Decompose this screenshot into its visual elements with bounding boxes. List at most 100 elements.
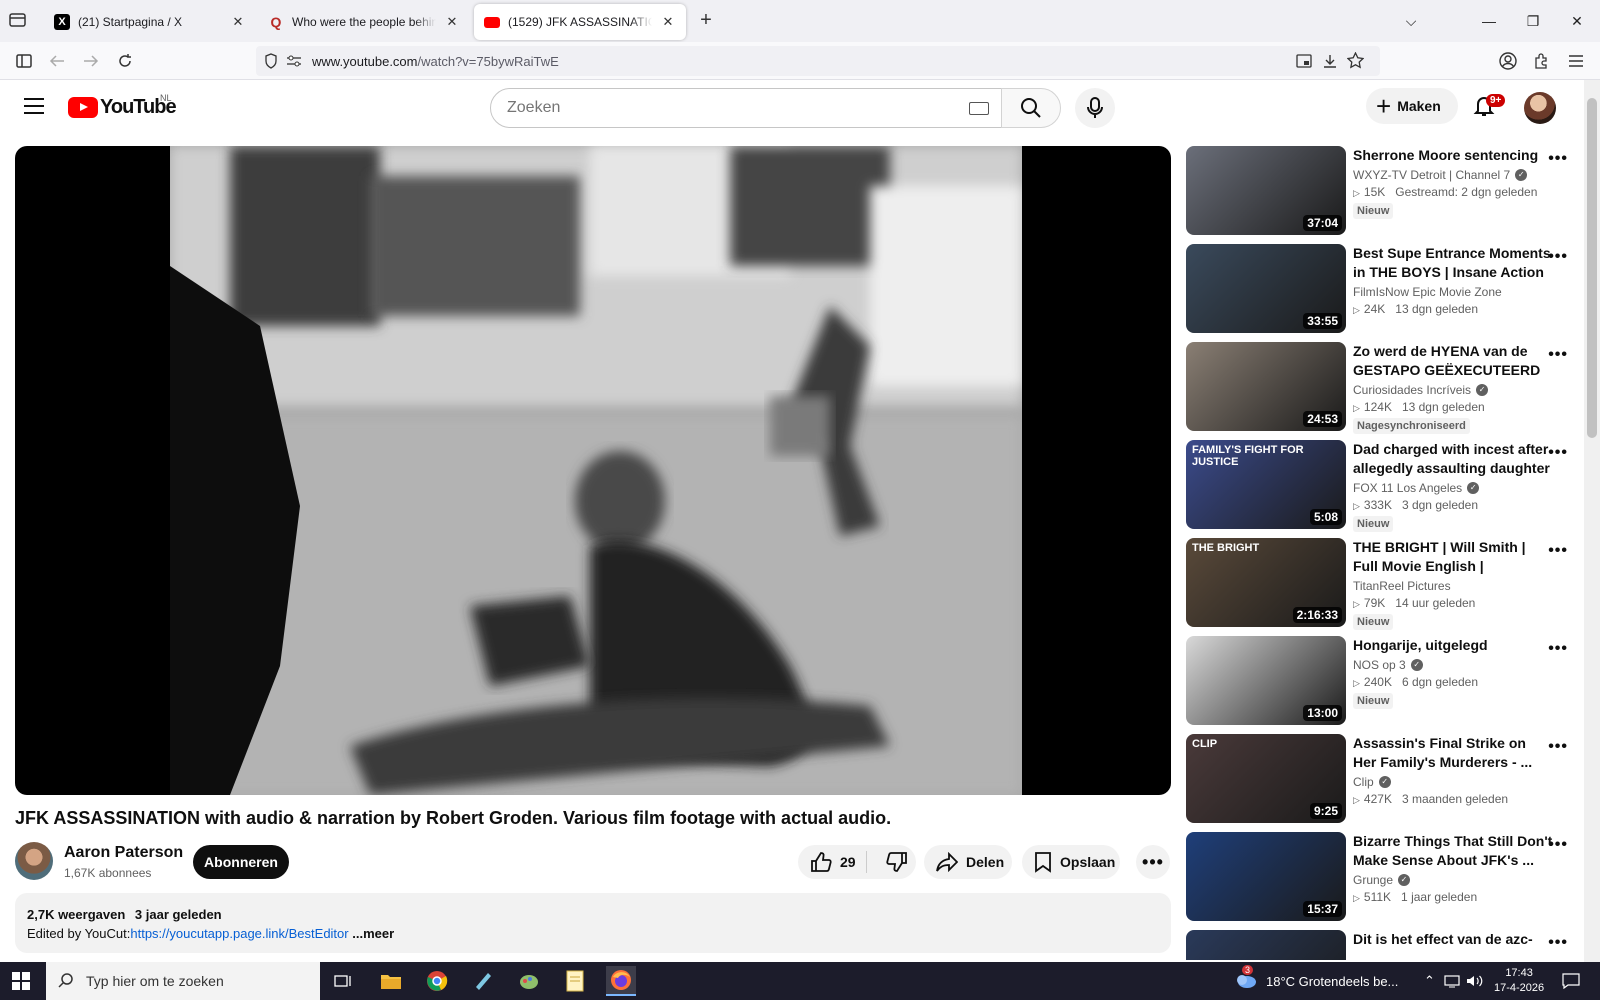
paint-app-icon[interactable]: [514, 966, 544, 996]
subscribe-button[interactable]: Abonneren: [193, 845, 289, 879]
recommendation-item[interactable]: FAMILY'S FIGHT FOR JUSTICE 5:08 Dad charge…: [1186, 440, 1584, 538]
browser-tab-youtube[interactable]: (1529) JFK ASSASSINATION with audio ✕: [474, 4, 686, 40]
recommendation-title[interactable]: Best Supe Entrance Moments in THE BOYS |…: [1353, 244, 1553, 282]
reload-icon[interactable]: [115, 51, 135, 71]
close-tab-icon[interactable]: ✕: [444, 14, 460, 30]
recommendation-item[interactable]: Dit is het effect van de azc- •••: [1186, 930, 1584, 960]
chrome-icon[interactable]: [422, 966, 452, 996]
tab-list-icon[interactable]: [8, 11, 30, 31]
close-tab-icon[interactable]: ✕: [660, 14, 676, 30]
recommendation-channel[interactable]: Grunge ✓: [1353, 873, 1553, 887]
recommendation-item[interactable]: THE BRIGHT 2:16:33 THE BRIGHT | Will Smith…: [1186, 538, 1584, 636]
recommendation-title[interactable]: Assassin's Final Strike on Her Family's …: [1353, 734, 1553, 772]
video-frame[interactable]: [170, 146, 1022, 795]
more-vertical-icon[interactable]: •••: [1548, 934, 1568, 952]
channel-name[interactable]: Clip: [1353, 775, 1374, 789]
description-box[interactable]: 2,7K weergaven 3 jaar geleden Edited by …: [15, 893, 1171, 953]
channel-name[interactable]: Grunge: [1353, 873, 1393, 887]
recommendation-channel[interactable]: WXYZ-TV Detroit | Channel 7 ✓: [1353, 168, 1553, 182]
recommendation-title[interactable]: THE BRIGHT | Will Smith | Full Movie Eng…: [1353, 538, 1553, 576]
video-thumbnail[interactable]: CLIP 9:25: [1186, 734, 1346, 823]
recommendation-channel[interactable]: TitanReel Pictures: [1353, 579, 1553, 593]
video-thumbnail[interactable]: 13:00: [1186, 636, 1346, 725]
notes-app-icon[interactable]: [560, 966, 590, 996]
weather-widget[interactable]: 3 18°C Grotendeels be...: [1234, 962, 1398, 1000]
recommendation-channel[interactable]: FilmIsNow Epic Movie Zone: [1353, 285, 1553, 299]
close-tab-icon[interactable]: ✕: [230, 14, 246, 30]
description-link[interactable]: https://youcutapp.page.link/BestEditor: [130, 926, 348, 941]
extensions-icon[interactable]: [1532, 51, 1552, 71]
save-button[interactable]: Opslaan: [1022, 845, 1120, 879]
video-player[interactable]: [15, 146, 1171, 795]
keyboard-icon[interactable]: [969, 102, 989, 115]
video-thumbnail[interactable]: 15:37: [1186, 832, 1346, 921]
account-icon[interactable]: [1498, 51, 1518, 71]
channel-name[interactable]: Aaron Paterson: [64, 844, 183, 862]
share-button[interactable]: Delen: [924, 845, 1012, 879]
recommendation-item[interactable]: 33:55 Best Supe Entrance Moments in THE B…: [1186, 244, 1584, 342]
more-vertical-icon[interactable]: •••: [1548, 444, 1568, 462]
tray-chevron-up-icon[interactable]: ⌃: [1424, 962, 1435, 1000]
video-thumbnail[interactable]: 24:53: [1186, 342, 1346, 431]
more-vertical-icon[interactable]: •••: [1548, 738, 1568, 756]
recommendation-title[interactable]: Bizarre Things That Still Don't Make Sen…: [1353, 832, 1553, 870]
recommendation-meta[interactable]: THE BRIGHT | Will Smith | Full Movie Eng…: [1353, 538, 1553, 630]
recommendation-meta[interactable]: Assassin's Final Strike on Her Family's …: [1353, 734, 1553, 806]
guide-menu-icon[interactable]: [24, 98, 44, 114]
new-tab-button[interactable]: +: [694, 8, 718, 32]
recommendation-meta[interactable]: Hongarije, uitgelegd NOS op 3 ✓ ▷ 240K 6 dgn…: [1353, 636, 1553, 709]
more-vertical-icon[interactable]: •••: [1548, 248, 1568, 266]
more-vertical-icon[interactable]: •••: [1548, 346, 1568, 364]
windows-start-icon[interactable]: [12, 972, 30, 990]
recommendation-meta[interactable]: Dit is het effect van de azc-: [1353, 930, 1553, 949]
account-avatar[interactable]: [1524, 92, 1556, 124]
video-thumbnail[interactable]: THE BRIGHT 2:16:33: [1186, 538, 1346, 627]
recommendation-channel[interactable]: NOS op 3 ✓: [1353, 658, 1553, 672]
search-button[interactable]: [1001, 88, 1061, 128]
channel-name[interactable]: FOX 11 Los Angeles: [1353, 481, 1462, 495]
volume-icon[interactable]: [1466, 962, 1484, 1000]
recommendation-meta[interactable]: Bizarre Things That Still Don't Make Sen…: [1353, 832, 1553, 904]
recommendation-item[interactable]: 13:00 Hongarije, uitgelegd NOS op 3 ✓ ▷ 240K …: [1186, 636, 1584, 734]
task-view-icon[interactable]: [328, 966, 358, 996]
page-scrollbar[interactable]: [1584, 80, 1600, 962]
voice-search-button[interactable]: [1075, 88, 1115, 128]
recommendation-meta[interactable]: Sherrone Moore sentencing WXYZ-TV Detroit…: [1353, 146, 1553, 219]
back-arrow-icon[interactable]: [47, 51, 67, 71]
recommendation-title[interactable]: Hongarije, uitgelegd: [1353, 636, 1553, 655]
video-thumbnail[interactable]: 33:55: [1186, 244, 1346, 333]
more-vertical-icon[interactable]: •••: [1548, 542, 1568, 560]
recommendation-channel[interactable]: Clip ✓: [1353, 775, 1553, 789]
picture-in-picture-icon[interactable]: [1296, 53, 1312, 74]
download-icon[interactable]: [1322, 53, 1338, 74]
notification-center-icon[interactable]: [1562, 962, 1580, 1000]
show-more-link[interactable]: ...meer: [352, 926, 394, 941]
scrollbar-thumb[interactable]: [1587, 98, 1597, 438]
more-vertical-icon[interactable]: •••: [1548, 640, 1568, 658]
search-box[interactable]: Zoeken: [490, 88, 1002, 128]
create-button[interactable]: + Maken: [1366, 88, 1458, 124]
recommendation-item[interactable]: 24:53 Zo werd de HYENA van de GESTAPO GEË…: [1186, 342, 1584, 440]
recommendation-item[interactable]: 15:37 Bizarre Things That Still Don't Mak…: [1186, 832, 1584, 930]
minimize-button[interactable]: —: [1474, 8, 1504, 34]
like-count[interactable]: 29: [840, 854, 856, 870]
thumbs-down-icon[interactable]: [874, 851, 916, 876]
recommendation-meta[interactable]: Dad charged with incest after allegedly …: [1353, 440, 1553, 532]
taskbar-clock[interactable]: 17:43 17-4-2026: [1494, 966, 1544, 996]
shield-icon[interactable]: [264, 53, 278, 74]
recommendation-channel[interactable]: FOX 11 Los Angeles ✓: [1353, 481, 1553, 495]
recommendation-item[interactable]: 37:04 Sherrone Moore sentencing WXYZ-TV De…: [1186, 146, 1584, 244]
channel-avatar[interactable]: [15, 842, 53, 880]
video-thumbnail[interactable]: [1186, 930, 1346, 960]
recommendation-meta[interactable]: Zo werd de HYENA van de GESTAPO GEËXECUT…: [1353, 342, 1553, 434]
channel-name[interactable]: TitanReel Pictures: [1353, 579, 1451, 593]
tab-overflow-chevron-icon[interactable]: ⌵: [1396, 8, 1426, 34]
channel-name[interactable]: FilmIsNow Epic Movie Zone: [1353, 285, 1502, 299]
recommendation-title[interactable]: Dad charged with incest after allegedly …: [1353, 440, 1553, 478]
firefox-taskbar-icon[interactable]: [606, 966, 636, 996]
recommendation-meta[interactable]: Best Supe Entrance Moments in THE BOYS |…: [1353, 244, 1553, 316]
file-explorer-icon[interactable]: [376, 966, 406, 996]
channel-name[interactable]: WXYZ-TV Detroit | Channel 7: [1353, 168, 1510, 182]
more-vertical-icon[interactable]: •••: [1548, 836, 1568, 854]
channel-name[interactable]: NOS op 3: [1353, 658, 1406, 672]
